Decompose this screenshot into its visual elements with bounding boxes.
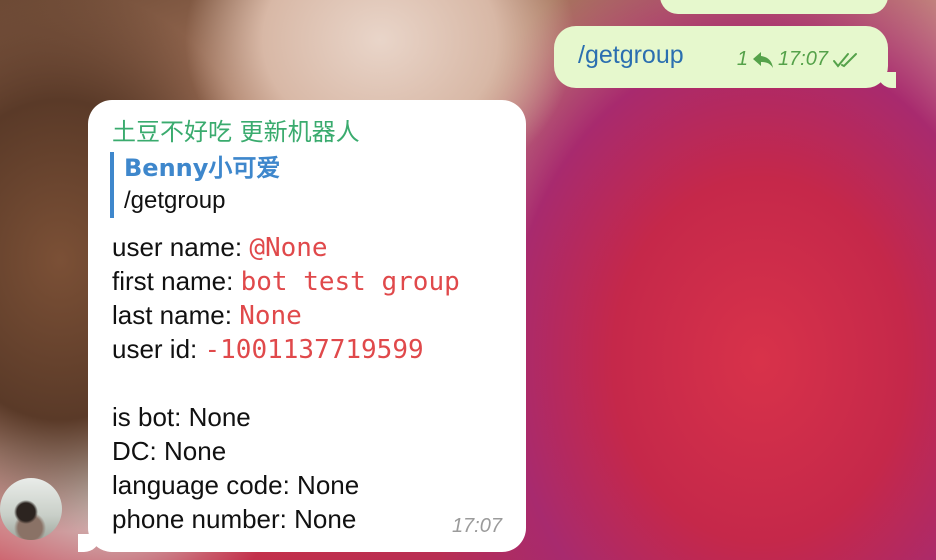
outgoing-time: 17:07	[777, 48, 828, 70]
message-meta: 1 17:07	[737, 48, 860, 71]
quote-text: /getgroup	[124, 187, 226, 214]
quote-author: Benny小可爱	[124, 154, 281, 182]
previous-outgoing-message[interactable]	[660, 0, 888, 14]
field-value-code[interactable]: None	[239, 301, 302, 331]
field-language-code: language code: None	[112, 470, 360, 500]
field-user-id: user id: -1001137719599	[112, 332, 460, 366]
field-value-code[interactable]: bot test group	[241, 267, 460, 297]
outgoing-message-text: /getgroup	[578, 41, 684, 69]
field-label: first name:	[112, 266, 234, 296]
field-is-bot: is bot: None	[112, 402, 251, 432]
reply-arrow-icon[interactable]	[752, 51, 774, 69]
sender-name[interactable]: 土豆不好吃 更新机器人	[112, 112, 360, 147]
double-check-icon	[832, 51, 860, 69]
field-user-name: user name: @None	[112, 230, 460, 264]
field-phone-number: phone number: None	[112, 504, 357, 534]
field-label: user name:	[112, 232, 243, 262]
chat-screen: /getgroup 1 17:07 土豆不好吃 更新机器人 Benny小可爱 /…	[0, 0, 936, 560]
field-label: user id:	[112, 334, 198, 364]
incoming-time: 17:07	[451, 515, 502, 537]
field-last-name: last name: None	[112, 298, 460, 332]
bubble-tail	[78, 534, 100, 552]
field-value-code[interactable]: @None	[249, 233, 327, 263]
outgoing-message[interactable]: /getgroup 1 17:07	[554, 26, 896, 88]
reply-quote[interactable]: Benny小可爱 /getgroup	[110, 152, 410, 218]
field-first-name: first name: bot test group	[112, 264, 460, 298]
field-value-code[interactable]: -1001137719599	[205, 335, 424, 365]
avatar[interactable]	[0, 478, 62, 540]
message-body: user name: @None first name: bot test gr…	[112, 230, 460, 536]
field-dc: DC: None	[112, 436, 227, 466]
bubble-tail	[878, 72, 896, 88]
field-label: last name:	[112, 300, 232, 330]
reply-count: 1	[736, 48, 748, 70]
incoming-message[interactable]: 土豆不好吃 更新机器人 Benny小可爱 /getgroup user name…	[78, 100, 526, 552]
